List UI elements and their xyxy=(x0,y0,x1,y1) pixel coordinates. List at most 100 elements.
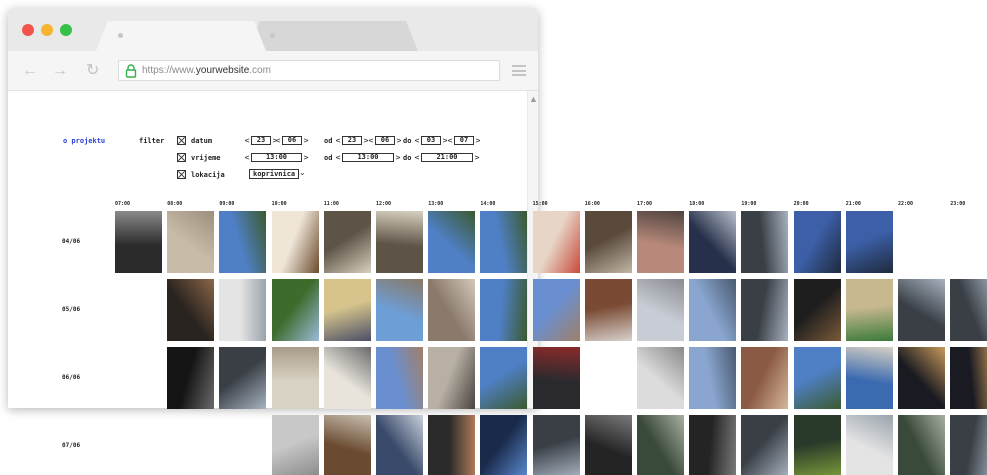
photo-thumbnail-coffee-dark[interactable] xyxy=(167,279,215,341)
photo-thumbnail-dusk[interactable] xyxy=(793,211,841,273)
photo-thumbnail-dusk[interactable] xyxy=(845,211,893,273)
photo-thumbnail-paper-dark[interactable] xyxy=(689,211,737,273)
photo-thumbnail-pot[interactable] xyxy=(793,279,841,341)
photo-thumbnail-birds[interactable] xyxy=(637,279,684,341)
time-to-next-arrow[interactable]: > xyxy=(473,153,481,163)
photo-thumbnail-switch[interactable] xyxy=(271,347,319,409)
date-to-month-prev-arrow[interactable]: < xyxy=(446,136,454,146)
browser-tab-active[interactable] xyxy=(96,21,266,51)
photo-thumbnail-kitchen[interactable] xyxy=(428,347,476,409)
photo-thumbnail-office[interactable] xyxy=(376,211,423,273)
time-next-arrow[interactable]: > xyxy=(302,153,310,163)
date-from-day-stepper[interactable]: <23 > xyxy=(334,136,370,146)
photo-thumbnail-building[interactable] xyxy=(532,279,580,341)
photo-thumbnail-dark-stripes[interactable] xyxy=(584,211,632,273)
date-checkbox[interactable] xyxy=(177,136,186,145)
photo-thumbnail-laptop[interactable] xyxy=(950,415,987,475)
time-checkbox[interactable] xyxy=(177,153,186,162)
photo-thumbnail-building[interactable] xyxy=(376,347,423,409)
photo-thumbnail-notes[interactable] xyxy=(323,347,371,409)
photo-thumbnail-coffee[interactable] xyxy=(271,211,319,273)
photo-thumbnail-rain-glass[interactable] xyxy=(637,415,684,475)
date-to-day-prev-arrow[interactable]: < xyxy=(413,136,421,146)
photo-thumbnail-desk[interactable] xyxy=(323,415,371,475)
photo-thumbnail-paper[interactable] xyxy=(219,279,267,341)
photo-thumbnail-monitor-blue[interactable] xyxy=(480,415,528,475)
minimize-window-button[interactable] xyxy=(41,24,53,36)
photo-thumbnail-sky-building[interactable] xyxy=(376,279,423,341)
photo-thumbnail-tree-sky[interactable] xyxy=(480,279,528,341)
back-arrow-icon[interactable]: ← xyxy=(22,61,38,81)
time-to-prev-arrow[interactable]: < xyxy=(413,153,421,163)
photo-thumbnail-laptop[interactable] xyxy=(950,279,987,341)
date-month-prev-arrow[interactable]: < xyxy=(274,136,282,146)
photo-thumbnail-monitor[interactable] xyxy=(428,415,476,475)
date-from-month-next-arrow[interactable]: > xyxy=(395,136,403,146)
photo-thumbnail-dark-desk[interactable] xyxy=(689,415,737,475)
date-month-stepper[interactable]: <06 > xyxy=(274,136,310,146)
date-from-month-prev-arrow[interactable]: < xyxy=(367,136,375,146)
photo-thumbnail-green-cup[interactable] xyxy=(793,415,841,475)
photo-thumbnail-glass[interactable] xyxy=(115,211,162,273)
photo-thumbnail-food[interactable] xyxy=(532,211,580,273)
photo-thumbnail-bottle[interactable] xyxy=(845,279,893,341)
browser-tab-inactive[interactable] xyxy=(248,21,418,51)
photo-thumbnail-night-screen[interactable] xyxy=(898,347,945,409)
date-month-next-arrow[interactable]: > xyxy=(302,136,310,146)
time-to-stepper[interactable]: <21:00 > xyxy=(413,153,481,163)
photo-thumbnail-tree-sky[interactable] xyxy=(219,211,267,273)
location-checkbox[interactable] xyxy=(177,170,186,179)
photo-thumbnail-tree-sky[interactable] xyxy=(480,347,528,409)
photo-thumbnail-laptop[interactable] xyxy=(219,347,267,409)
date-from-day-prev-arrow[interactable]: < xyxy=(334,136,342,146)
photo-thumbnail-rain-glass[interactable] xyxy=(898,415,945,475)
photo-thumbnail-dark-screen[interactable] xyxy=(532,347,580,409)
photo-thumbnail-laptop[interactable] xyxy=(532,415,580,475)
photo-thumbnail-laptop[interactable] xyxy=(741,415,789,475)
photo-thumbnail-plate[interactable] xyxy=(845,347,893,409)
photo-thumbnail-tree-sky[interactable] xyxy=(480,211,528,273)
date-to-month-stepper[interactable]: <07 > xyxy=(446,136,482,146)
date-from-month-stepper[interactable]: <06 > xyxy=(367,136,403,146)
photo-thumbnail-laptop[interactable] xyxy=(741,211,789,273)
about-project-link[interactable]: o projektu xyxy=(63,137,105,145)
time-from-prev-arrow[interactable]: < xyxy=(334,153,342,163)
photo-thumbnail-building-dark[interactable] xyxy=(376,415,423,475)
photo-thumbnail-night-screen[interactable] xyxy=(950,347,987,409)
address-bar[interactable]: https://www.yourwebsite.com xyxy=(118,60,500,81)
time-from-stepper[interactable]: <13:00 > xyxy=(334,153,402,163)
photo-thumbnail-table-food[interactable] xyxy=(584,279,632,341)
photo-thumbnail-interior[interactable] xyxy=(428,279,476,341)
date-to-month-next-arrow[interactable]: > xyxy=(474,136,482,146)
photo-thumbnail-tree-sky[interactable] xyxy=(793,347,841,409)
location-select[interactable]: koprivnica xyxy=(249,169,300,179)
photo-thumbnail-laptop[interactable] xyxy=(741,279,789,341)
photo-thumbnail-hand[interactable] xyxy=(741,347,789,409)
photo-thumbnail-paper[interactable] xyxy=(845,415,893,475)
maximize-window-button[interactable] xyxy=(60,24,72,36)
photo-thumbnail-wall[interactable] xyxy=(167,211,215,273)
photo-thumbnail-whiteboard[interactable] xyxy=(323,279,371,341)
date-day-prev-arrow[interactable]: < xyxy=(243,136,251,146)
photo-thumbnail-park[interactable] xyxy=(271,279,319,341)
chevron-down-icon[interactable]: ⌄ xyxy=(299,168,306,177)
date-to-day-stepper[interactable]: <03 > xyxy=(413,136,449,146)
photo-thumbnail-tree-sky[interactable] xyxy=(428,211,476,273)
reload-icon[interactable]: ↻ xyxy=(86,61,99,81)
close-window-button[interactable] xyxy=(22,24,34,36)
forward-arrow-icon[interactable]: → xyxy=(52,61,68,81)
photo-thumbnail-blinds[interactable] xyxy=(637,347,684,409)
photo-thumbnail-laptop[interactable] xyxy=(898,279,945,341)
photo-thumbnail-office[interactable] xyxy=(323,211,371,273)
time-from-next-arrow[interactable]: > xyxy=(394,153,402,163)
photo-thumbnail-dark-window[interactable] xyxy=(167,347,215,409)
hamburger-menu-icon[interactable] xyxy=(512,65,526,76)
photo-thumbnail-street-blue[interactable] xyxy=(689,279,737,341)
time-prev-arrow[interactable]: < xyxy=(243,153,251,163)
time-stepper[interactable]: <13:00 > xyxy=(243,153,310,163)
photo-thumbnail-fabric[interactable] xyxy=(637,211,684,273)
photo-thumbnail-street-blue[interactable] xyxy=(689,347,737,409)
photo-thumbnail-dark-desk[interactable] xyxy=(584,415,632,475)
scroll-up-arrow-icon[interactable]: ▲ xyxy=(528,94,538,104)
photo-thumbnail-texture[interactable] xyxy=(271,415,319,475)
